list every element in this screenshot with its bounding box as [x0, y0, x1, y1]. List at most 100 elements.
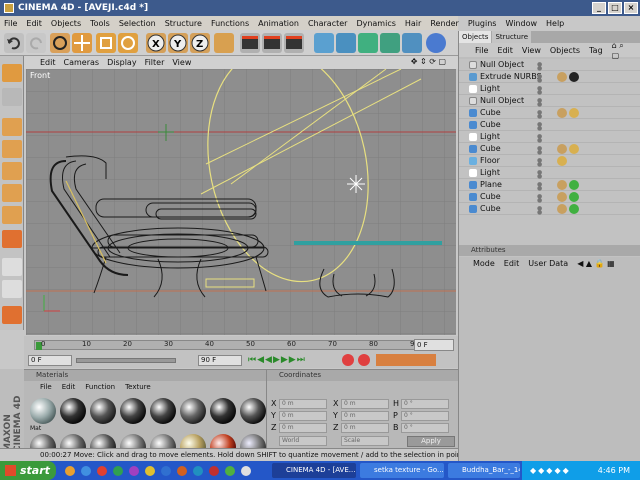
material-swatch[interactable]	[180, 398, 206, 424]
coordinate-mode-select[interactable]: World	[279, 436, 327, 446]
modeling-object-icon[interactable]	[358, 33, 378, 53]
viewport-menu-display[interactable]: Display	[107, 58, 137, 67]
front-viewport[interactable]: Front	[26, 69, 456, 335]
coordinate-scale-select[interactable]: Scale	[341, 436, 389, 446]
menu-plugins[interactable]: Plugins	[468, 19, 497, 28]
phong-tag-icon[interactable]	[557, 144, 567, 154]
light-object-icon[interactable]	[402, 33, 422, 53]
visibility-dots[interactable]: ● ●	[537, 134, 547, 144]
phong-tag-icon[interactable]	[557, 192, 567, 202]
deformer-icon[interactable]	[426, 33, 446, 53]
x-axis-lock-icon[interactable]: X	[146, 33, 166, 53]
start-button[interactable]: start	[0, 461, 56, 480]
phong-tag-icon[interactable]	[557, 180, 567, 190]
object-row[interactable]: Light ● ●	[459, 131, 640, 144]
position-z-field[interactable]: 0 m	[279, 423, 327, 433]
rotation-p-field[interactable]: 0 °	[401, 411, 449, 421]
menu-functions[interactable]: Functions	[211, 19, 249, 28]
use-animation-tool-icon[interactable]	[2, 230, 22, 248]
material-swatch[interactable]	[210, 398, 236, 424]
object-row[interactable]: Cube ● ●	[459, 143, 640, 156]
visibility-dots[interactable]: ● ●	[537, 158, 547, 168]
om-menu-objects[interactable]: Objects	[550, 46, 580, 55]
om-menu-edit[interactable]: Edit	[497, 46, 513, 55]
visibility-dots[interactable]: ● ●	[537, 182, 547, 192]
material-tag-icon[interactable]	[569, 192, 579, 202]
live-selection-icon[interactable]	[50, 33, 70, 53]
viewport-menu-cameras[interactable]: Cameras	[64, 58, 100, 67]
attr-nav-icons[interactable]: ◀ ▲ 🔒 ▦	[577, 259, 614, 268]
material-swatch[interactable]	[120, 398, 146, 424]
use-texture-axis-icon[interactable]	[2, 140, 22, 158]
object-row[interactable]: Extrude NURBS ● ●	[459, 71, 640, 84]
use-edge-tool-icon[interactable]	[2, 184, 22, 202]
coordinate-system-icon[interactable]	[214, 33, 234, 53]
visibility-dots[interactable]: ● ●	[537, 146, 547, 156]
object-row[interactable]: Null Object ● ●	[459, 95, 640, 108]
object-row[interactable]: Null Object ● ●	[459, 59, 640, 72]
current-frame-field[interactable]: 0 F	[414, 339, 454, 351]
object-row[interactable]: Cube ● ●	[459, 191, 640, 204]
material-menu-file[interactable]: File	[40, 383, 52, 391]
viewport-menu-filter[interactable]: Filter	[145, 58, 165, 67]
menu-window[interactable]: Window	[505, 19, 537, 28]
use-object-tool-icon[interactable]	[2, 88, 22, 106]
size-y-field[interactable]: 0 m	[341, 411, 389, 421]
rotate-icon[interactable]	[118, 33, 138, 53]
keyframe-options-icons[interactable]	[376, 354, 436, 366]
quick-launch-icons[interactable]	[62, 464, 262, 478]
tweak-mode-icon[interactable]	[2, 280, 22, 298]
object-row[interactable]: Cube ● ●	[459, 107, 640, 120]
menu-file[interactable]: File	[4, 19, 17, 28]
enable-axis-icon[interactable]	[2, 258, 22, 276]
material-tag-icon[interactable]	[569, 144, 579, 154]
use-point-tool-icon[interactable]	[2, 162, 22, 180]
attr-menu-mode[interactable]: Mode	[473, 259, 495, 268]
menu-dynamics[interactable]: Dynamics	[356, 19, 395, 28]
menu-selection[interactable]: Selection	[119, 19, 156, 28]
material-tag-icon[interactable]	[569, 180, 579, 190]
material-tag-icon[interactable]	[569, 72, 579, 82]
use-texture-tool-icon[interactable]	[2, 118, 22, 136]
move-icon[interactable]	[72, 33, 92, 53]
viewport-navigation-icons[interactable]: ✥ ⇕ ⟳ ▢	[411, 57, 446, 66]
visibility-dots[interactable]: ● ●	[537, 86, 547, 96]
end-frame-field[interactable]: 90 F	[198, 355, 242, 366]
position-x-field[interactable]: 0 m	[279, 399, 327, 409]
visibility-dots[interactable]: ● ●	[537, 98, 547, 108]
use-model-tool-icon[interactable]	[2, 64, 22, 82]
visibility-dots[interactable]: ● ●	[537, 194, 547, 204]
phong-tag-icon[interactable]	[557, 108, 567, 118]
object-row[interactable]: Cube ● ●	[459, 203, 640, 216]
use-polygon-tool-icon[interactable]	[2, 206, 22, 224]
om-menu-view[interactable]: View	[522, 46, 541, 55]
visibility-dots[interactable]: ● ●	[537, 62, 547, 72]
object-row[interactable]: Light ● ●	[459, 167, 640, 180]
object-row[interactable]: Plane ● ●	[459, 179, 640, 192]
material-swatch[interactable]	[30, 398, 56, 424]
tab-objects[interactable]: Objects	[459, 31, 492, 43]
menu-render[interactable]: Render	[430, 19, 458, 28]
viewport-menu-view[interactable]: View	[172, 58, 191, 67]
material-swatch[interactable]	[240, 398, 266, 424]
record-icon[interactable]	[342, 354, 354, 366]
menu-hair[interactable]: Hair	[405, 19, 421, 28]
material-tag-icon[interactable]	[569, 108, 579, 118]
rotation-h-field[interactable]: 0 °	[401, 399, 449, 409]
undo-icon[interactable]	[4, 33, 24, 53]
nurbs-icon[interactable]	[336, 33, 356, 53]
material-menu-texture[interactable]: Texture	[125, 383, 151, 391]
material-menu-function[interactable]: Function	[85, 383, 115, 391]
tray-icons[interactable]: ◆◆◆◆◆	[530, 461, 571, 480]
menu-objects[interactable]: Objects	[51, 19, 81, 28]
timeline-ruler[interactable]: 0 10 20 30 40 50 60 70 80 90	[34, 340, 426, 350]
size-x-field[interactable]: 0 m	[341, 399, 389, 409]
phong-tag-icon[interactable]	[557, 72, 567, 82]
scene-object-icon[interactable]	[380, 33, 400, 53]
render-to-picture-viewer-icon[interactable]	[284, 33, 304, 53]
close-button[interactable]: ×	[624, 2, 638, 14]
menu-animation[interactable]: Animation	[258, 19, 299, 28]
taskbar-task-cinema4d[interactable]: CINEMA 4D - [AVE...	[272, 463, 356, 478]
material-tag-icon[interactable]	[569, 204, 579, 214]
play-controls-icons[interactable]: ⏮◀◀▶▶▶⏭	[248, 355, 306, 365]
